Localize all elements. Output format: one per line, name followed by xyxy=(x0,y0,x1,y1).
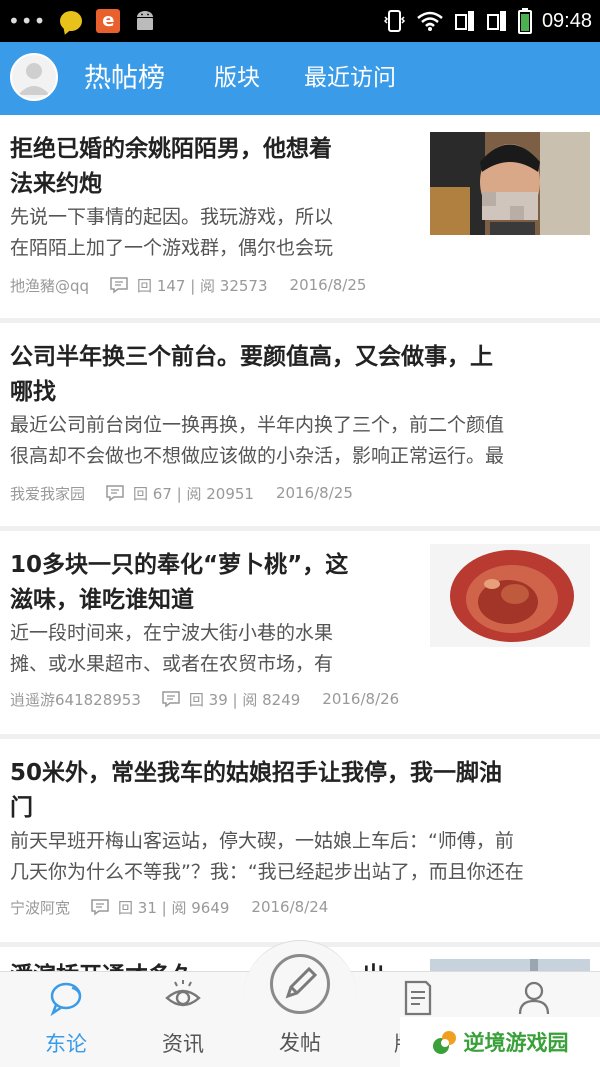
post-meta: 我爱我家园 回 67 | 阅 20951 2016/8/25 xyxy=(10,482,353,504)
post-snippet: 前天早班开梅山客运站，停大碶，一姑娘上车后：“师傅，前 几天你为什么不等我”？我… xyxy=(10,826,524,888)
post-meta: 逍遥游641828953 回 39 | 阅 8249 2016/8/26 xyxy=(10,688,399,710)
post-snippet-line: 几天你为什么不等我”？我：“我已经起步出站了，而且你还在 xyxy=(10,861,524,883)
post-author[interactable]: 我爱我家园 xyxy=(10,483,85,504)
phone-vibrate-icon xyxy=(383,10,405,32)
clock: 09:48 xyxy=(541,9,592,32)
post-author[interactable]: 逍遥游641828953 xyxy=(10,689,141,710)
post-date: 2016/8/25 xyxy=(289,276,367,294)
post-card[interactable]: 50米外，常坐我车的姑娘招手让我停，我一脚油 门 前天早班开梅山客运站，停大碶，… xyxy=(0,739,600,942)
document-edit-icon xyxy=(404,980,432,1016)
post-author[interactable]: 宁波阿宽 xyxy=(10,897,70,918)
post-meta: 宁波阿宽 回 31 | 阅 9649 2016/8/24 xyxy=(10,896,328,918)
post-snippet-line: 最近公司前台岗位一换再换，半年内换了三个，前二个颜值 xyxy=(10,414,505,436)
post-thumbnail[interactable] xyxy=(430,544,590,647)
post-card[interactable]: 公司半年换三个前台。要颜值高，又会做事，上 哪找 最近公司前台岗位一换再换，半年… xyxy=(0,323,600,526)
chat-bubbles-icon xyxy=(50,982,82,1016)
post-snippet-line: 先说一下事情的起因。我玩游戏，所以 xyxy=(10,206,334,228)
nav-label: 东论 xyxy=(45,1032,87,1056)
post-snippet: 最近公司前台岗位一换再换，半年内换了三个，前二个颜值 很高却不会做也不想做应该做… xyxy=(10,410,504,472)
post-title: 10多块一只的奉化“萝卜桃”，这 滋味，谁吃谁知道 xyxy=(10,548,348,618)
post-snippet-line: 前天早班开梅山客运站，停大碶，一姑娘上车后：“师傅，前 xyxy=(10,830,514,852)
post-title-line: 拒绝已婚的余姚陌陌男，他想着 xyxy=(10,136,332,162)
status-bar: ••• e 09:48 xyxy=(0,0,600,42)
app-header: 热帖榜 版块 最近访问 xyxy=(0,42,600,115)
post-stats: 回 67 | 阅 20951 xyxy=(105,483,254,504)
status-left: ••• e xyxy=(8,0,156,42)
tab-hot-posts[interactable]: 热帖榜 xyxy=(84,42,165,115)
post-snippet-line: 很高却不会做也不想做应该做的小杂活，影响正常运行。最 xyxy=(10,445,505,467)
post-title-line: 门 xyxy=(10,795,33,821)
battery-icon xyxy=(517,8,532,34)
android-icon xyxy=(137,11,154,30)
tab-boards[interactable]: 版块 xyxy=(214,42,260,115)
watermark: 逆境游戏园 xyxy=(400,1017,600,1067)
post-snippet: 近一段时间来，在宁波大街小巷的水果 摊、或水果超市、或者在农贸市场，有 xyxy=(10,618,333,680)
post-title: 拒绝已婚的余姚陌陌男，他想着 法来约炮 xyxy=(10,132,332,202)
post-thumbnail[interactable] xyxy=(430,132,590,235)
status-right: 09:48 xyxy=(383,0,592,42)
post-title-line: 滋味，谁吃谁知道 xyxy=(10,587,194,613)
sim2-icon xyxy=(486,11,506,31)
post-stats-text: 回 39 | 阅 8249 xyxy=(188,690,301,709)
post-title: 50米外，常坐我车的姑娘招手让我停，我一脚油 门 xyxy=(10,756,502,826)
post-title-line: 公司半年换三个前台。要颜值高，又会做事，上 xyxy=(10,344,493,370)
pencil-icon xyxy=(285,966,318,999)
watermark-logo-icon xyxy=(432,1031,456,1054)
post-card[interactable]: 10多块一只的奉化“萝卜桃”，这 滋味，谁吃谁知道 近一段时间来，在宁波大街小巷… xyxy=(0,531,600,734)
post-title-line: 法来约炮 xyxy=(10,171,102,197)
comment-icon xyxy=(106,485,124,502)
post-title-line: 10多块一只的奉化“萝卜桃”，这 xyxy=(10,552,349,578)
comment-icon xyxy=(162,691,180,708)
post-snippet-line: 摊、或水果超市、或者在农贸市场，有 xyxy=(10,653,334,675)
post-stats-text: 回 67 | 阅 20951 xyxy=(133,484,254,503)
watermark-text: 逆境游戏园 xyxy=(463,1031,569,1055)
post-date: 2016/8/25 xyxy=(275,484,353,502)
comment-icon xyxy=(91,899,109,916)
nav-item-news[interactable]: 资讯 xyxy=(133,972,233,1067)
post-stats: 回 147 | 阅 32573 xyxy=(109,275,268,296)
nav-label: 资讯 xyxy=(162,1032,204,1056)
tab-recent-visits[interactable]: 最近访问 xyxy=(304,42,396,115)
post-title: 公司半年换三个前台。要颜值高，又会做事，上 哪找 xyxy=(10,340,493,410)
sim1-icon xyxy=(454,11,474,31)
thumbnail-peach-photo xyxy=(430,544,590,647)
wifi-icon xyxy=(417,11,443,31)
post-author[interactable]: 扡渔豬@qq xyxy=(10,275,89,296)
nav-item-forum[interactable]: 东论 xyxy=(16,972,116,1067)
app-e-icon: e xyxy=(96,9,121,33)
comment-icon xyxy=(110,277,128,294)
post-snippet-line: 近一段时间来，在宁波大街小巷的水果 xyxy=(10,622,334,644)
post-stats: 回 39 | 阅 8249 xyxy=(161,689,300,710)
user-silhouette-icon xyxy=(18,63,50,95)
post-date: 2016/8/24 xyxy=(251,898,329,916)
post-stats: 回 31 | 阅 9649 xyxy=(90,897,229,918)
post-snippet: 先说一下事情的起因。我玩游戏，所以 在陌陌上加了一个游戏群，偶尔也会玩 xyxy=(10,202,333,264)
compose-post-label[interactable]: 发帖 xyxy=(250,1027,350,1057)
post-title-line: 50米外，常坐我车的姑娘招手让我停，我一脚油 xyxy=(10,760,503,786)
eye-icon xyxy=(165,980,201,1007)
avatar[interactable] xyxy=(10,53,58,101)
post-title-line: 哪找 xyxy=(10,379,56,405)
post-stats-text: 回 147 | 阅 32573 xyxy=(137,276,268,295)
compose-post-button[interactable] xyxy=(270,954,330,1014)
post-snippet-line: 在陌陌上加了一个游戏群，偶尔也会玩 xyxy=(10,237,334,259)
post-date: 2016/8/26 xyxy=(322,690,400,708)
post-card[interactable]: 拒绝已婚的余姚陌陌男，他想着 法来约炮 先说一下事情的起因。我玩游戏，所以 在陌… xyxy=(0,115,600,318)
thumbnail-man-photo xyxy=(430,132,590,235)
more-dots-icon: ••• xyxy=(8,9,47,33)
person-icon xyxy=(518,981,550,1015)
chat-bubble-icon xyxy=(60,11,83,31)
post-stats-text: 回 31 | 阅 9649 xyxy=(118,898,230,917)
post-meta: 扡渔豬@qq 回 147 | 阅 32573 2016/8/25 xyxy=(10,274,366,296)
